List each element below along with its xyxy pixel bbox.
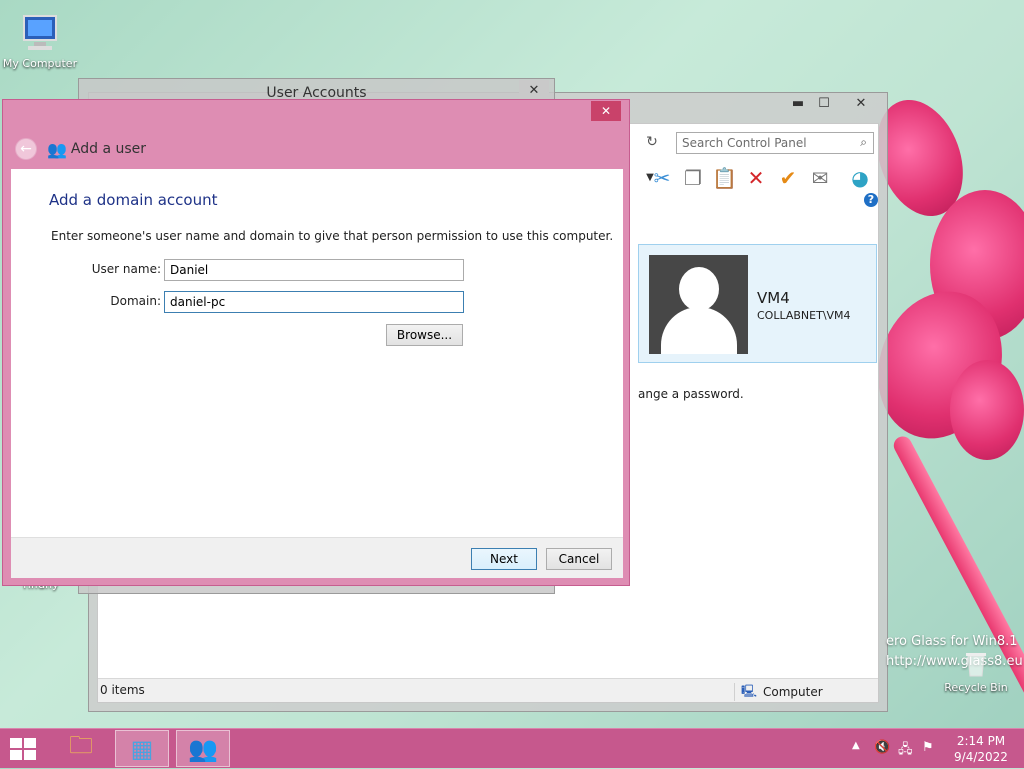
search-placeholder: Search Control Panel <box>682 136 807 150</box>
my-computer-desktop-icon[interactable]: My Computer <box>0 10 80 70</box>
status-location-label: Computer <box>763 685 823 699</box>
recycle-bin-label: Recycle Bin <box>944 681 1008 694</box>
recycle-bin-icon <box>966 653 986 677</box>
user-accounts-close-button[interactable]: ✕ <box>519 80 549 100</box>
dialog-header: ← 👥 Add a user <box>11 130 621 168</box>
dialog-description: Enter someone's user name and domain to … <box>51 229 614 243</box>
user-tile[interactable]: VM4 COLLABNET\VM4 <box>638 244 877 363</box>
paste-icon[interactable]: 📋 <box>712 166 737 190</box>
cancel-button[interactable]: Cancel <box>546 548 612 570</box>
control-panel-icon: ▦ <box>130 734 154 763</box>
properties-icon[interactable]: ✉ <box>808 166 832 190</box>
username-field[interactable] <box>164 259 464 281</box>
add-user-dialog: ✕ ← 👥 Add a user Add a domain account En… <box>2 99 630 586</box>
search-input[interactable]: Search Control Panel ⌕ <box>676 132 874 154</box>
volume-muted-icon[interactable]: 🔇 <box>874 740 890 755</box>
avatar <box>649 255 748 354</box>
close-button[interactable]: ✕ <box>841 93 881 113</box>
change-password-link[interactable]: ange a password. <box>638 387 744 401</box>
computer-icon: 🖳 <box>741 683 758 698</box>
start-button[interactable] <box>10 738 38 762</box>
users-icon: 👥 <box>188 734 218 763</box>
delete-icon[interactable]: ✕ <box>744 166 768 190</box>
user-accounts-taskbar-button[interactable]: 👥 <box>176 730 230 767</box>
clock-time: 2:14 PM <box>956 734 1006 748</box>
domain-label: Domain: <box>110 294 161 308</box>
back-arrow-icon[interactable]: ← <box>15 138 37 160</box>
status-location: 🖳 Computer <box>734 683 823 701</box>
next-button[interactable]: Next <box>471 548 537 570</box>
copy-icon[interactable]: ❐ <box>681 166 705 190</box>
clock-date: 9/4/2022 <box>954 750 1008 764</box>
domain-field[interactable] <box>164 291 464 313</box>
dialog-close-button[interactable]: ✕ <box>591 101 621 121</box>
dialog-header-title: Add a user <box>70 141 147 157</box>
cut-icon[interactable]: ✂ <box>650 166 674 190</box>
search-icon[interactable]: ⌕ <box>860 135 867 150</box>
recycle-bin-desktop-icon[interactable]: Recycle Bin <box>936 650 1016 694</box>
page-title: Add a domain account <box>49 191 218 209</box>
username-label: User name: <box>91 262 161 276</box>
network-icon[interactable]: 🖧 <box>898 740 913 762</box>
status-items-count: 0 items <box>100 683 145 697</box>
checkmark-icon[interactable]: ✔ <box>776 166 800 190</box>
watermark-line1: ero Glass for Win8.1 <box>886 634 1018 649</box>
computer-icon <box>23 15 57 50</box>
action-center-icon[interactable]: ⚑ <box>922 740 934 755</box>
refresh-icon[interactable]: ↻ <box>643 134 661 152</box>
user-tile-account: COLLABNET\VM4 <box>757 309 851 322</box>
show-hidden-icons-icon[interactable]: ▲ <box>852 740 860 751</box>
dialog-content: Add a domain account Enter someone's use… <box>11 169 623 537</box>
folder-icon: 🗀 <box>69 731 93 759</box>
taskbar: 🗀 ▦ 👥 ▲ 🔇 🖧 ⚑ 2:14 PM 9/4/2022 <box>0 728 1024 768</box>
minimize-button[interactable]: ▬ <box>785 93 811 113</box>
clock[interactable]: 2:14 PM 9/4/2022 <box>950 733 1012 765</box>
maximize-button[interactable]: ☐ <box>811 93 837 113</box>
user-tile-name: VM4 <box>757 289 790 307</box>
dialog-footer: Next Cancel <box>11 537 623 578</box>
help-icon[interactable]: ? <box>864 193 878 207</box>
control-panel-taskbar-button[interactable]: ▦ <box>115 730 169 767</box>
file-explorer-taskbar-button[interactable]: 🗀 <box>54 730 108 767</box>
status-bar: 0 items 🖳 Computer <box>98 678 878 702</box>
users-icon: 👥 <box>47 139 67 159</box>
network-icon[interactable]: ◕ <box>848 166 872 190</box>
my-computer-label: My Computer <box>2 57 78 70</box>
browse-button[interactable]: Browse... <box>386 324 463 346</box>
